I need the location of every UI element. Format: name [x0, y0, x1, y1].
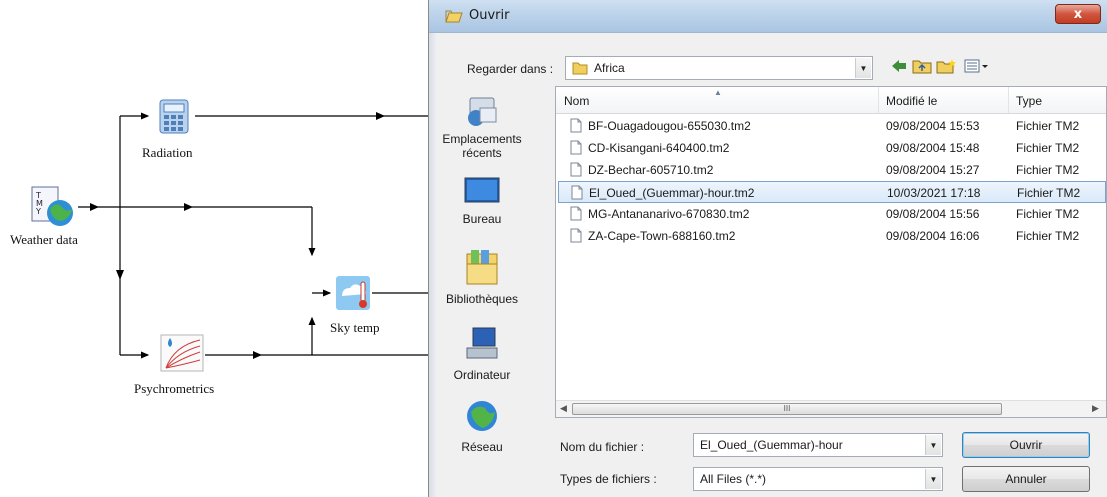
- file-type: Fichier TM2: [1016, 207, 1080, 221]
- chevron-down-icon[interactable]: ▼: [925, 469, 941, 489]
- calculator-icon: [159, 99, 189, 134]
- file-name: MG-Antananarivo-670830.tm2: [588, 207, 750, 221]
- file-type: Fichier TM2: [1016, 141, 1080, 155]
- filetype-label: Types de fichiers :: [560, 472, 657, 486]
- column-modified[interactable]: Modifié le: [878, 87, 1008, 113]
- file-type: Fichier TM2: [1016, 229, 1080, 243]
- file-type: Fichier TM2: [1016, 119, 1080, 133]
- close-button[interactable]: x: [1055, 4, 1101, 24]
- column-name[interactable]: Nom ▲: [556, 87, 878, 113]
- place-network[interactable]: Réseau: [436, 398, 528, 454]
- new-folder-icon[interactable]: [936, 58, 958, 79]
- filename-value: El_Oued_(Guemmar)-hour: [700, 438, 843, 452]
- psychrometrics-icon: [160, 334, 204, 372]
- file-row[interactable]: BF-Ouagadougou-655030.tm2 09/08/2004 15:5…: [558, 115, 1106, 137]
- column-type[interactable]: Type: [1008, 87, 1106, 113]
- place-computer[interactable]: Ordinateur: [436, 324, 528, 382]
- scroll-right-icon[interactable]: ▶: [1092, 403, 1099, 414]
- network-icon: [467, 401, 497, 431]
- column-modified-label: Modifié le: [886, 94, 938, 108]
- file-row[interactable]: ZA-Cape-Town-688160.tm2 09/08/2004 16:06 F…: [558, 225, 1106, 247]
- open-button[interactable]: Ouvrir: [962, 432, 1090, 458]
- place-libraries-label: Bibliothèques: [445, 292, 519, 306]
- place-recent-label-1: Emplacements: [442, 132, 522, 146]
- dialog-titlebar[interactable]: Ouvrir x: [429, 0, 1107, 33]
- filetype-select[interactable]: All Files (*.*) ▼: [693, 467, 943, 491]
- desktop-icon: [464, 177, 500, 203]
- radiation-label: Radiation: [142, 145, 193, 160]
- weather-data-component[interactable]: T M Y: [30, 185, 76, 234]
- file-modified: 10/03/2021 17:18: [887, 186, 981, 200]
- open-dialog-icon: [445, 9, 463, 28]
- sky-temp-label: Sky temp: [330, 320, 380, 335]
- file-type: Fichier TM2: [1017, 186, 1081, 200]
- sky-temp-icon: [336, 276, 370, 310]
- folder-icon: [572, 62, 588, 75]
- svg-text:Y: Y: [35, 207, 41, 216]
- diagram-links: [78, 112, 430, 359]
- filetype-value: All Files (*.*): [700, 472, 767, 486]
- file-list-header: Nom ▲ Modifié le Type: [556, 87, 1106, 114]
- look-in-value: Africa: [594, 61, 625, 75]
- filename-input[interactable]: El_Oued_(Guemmar)-hour ▼: [693, 433, 943, 457]
- file-modified: 09/08/2004 16:06: [886, 229, 980, 243]
- radiation-component[interactable]: [156, 98, 192, 139]
- file-icon: [570, 118, 582, 136]
- back-arrow-icon[interactable]: [890, 58, 908, 79]
- place-libraries[interactable]: Bibliothèques: [436, 248, 528, 306]
- file-icon: [570, 162, 582, 180]
- file-name: BF-Ouagadougou-655030.tm2: [588, 119, 751, 133]
- scroll-left-icon[interactable]: ◀: [560, 403, 567, 414]
- look-in-combobox[interactable]: Africa ▼: [565, 56, 873, 80]
- column-type-label: Type: [1016, 94, 1043, 108]
- file-modified: 09/08/2004 15:56: [886, 207, 980, 221]
- place-network-label: Réseau: [461, 440, 503, 454]
- place-desktop[interactable]: Bureau: [436, 174, 528, 226]
- psychrometrics-label: Psychrometrics: [134, 381, 215, 396]
- file-list[interactable]: Nom ▲ Modifié le Type BF-Ouagadougou-655…: [555, 86, 1107, 418]
- sky-temp-component[interactable]: [334, 274, 374, 317]
- file-modified: 09/08/2004 15:48: [886, 141, 980, 155]
- place-recent-label-2: récents: [462, 146, 502, 160]
- chevron-down-icon[interactable]: ▼: [925, 435, 941, 455]
- weather-data-icon: T M Y: [31, 186, 73, 226]
- filename-label: Nom du fichier :: [560, 440, 645, 454]
- view-menu-icon[interactable]: [964, 58, 990, 79]
- places-bar: Emplacements récents Bureau Bibliothèque…: [436, 86, 528, 486]
- cancel-button[interactable]: Annuler: [962, 466, 1090, 492]
- file-name: El_Oued_(Guemmar)-hour.tm2: [589, 186, 755, 200]
- file-name: ZA-Cape-Town-688160.tm2: [588, 229, 736, 243]
- dialog-title: Ouvrir: [469, 8, 510, 23]
- file-name: DZ-Bechar-605710.tm2: [588, 163, 714, 177]
- file-modified: 09/08/2004 15:53: [886, 119, 980, 133]
- file-icon: [570, 140, 582, 158]
- weather-data-label: Weather data: [10, 232, 78, 247]
- psychrometrics-component[interactable]: [160, 334, 204, 377]
- file-modified: 09/08/2004 15:27: [886, 163, 980, 177]
- file-row[interactable]: DZ-Bechar-605710.tm2 09/08/2004 15:27 Fich…: [558, 159, 1106, 181]
- place-recent[interactable]: Emplacements récents: [436, 94, 528, 160]
- file-icon: [571, 185, 583, 203]
- column-name-label: Nom: [564, 94, 590, 108]
- simulation-diagram: T M Y Weather data Radiation Sky temp Ps…: [0, 0, 430, 497]
- file-name: CD-Kisangani-640400.tm2: [588, 141, 730, 155]
- sort-up-icon: ▲: [714, 88, 722, 97]
- look-in-label: Regarder dans :: [467, 62, 554, 76]
- libraries-icon: [466, 250, 498, 285]
- scroll-thumb[interactable]: III: [572, 403, 1002, 415]
- file-icon: [570, 228, 582, 246]
- computer-icon: [466, 327, 498, 359]
- place-desktop-label: Bureau: [462, 212, 502, 226]
- file-row[interactable]: CD-Kisangani-640400.tm2 09/08/2004 15:48 F…: [558, 137, 1106, 159]
- file-icon: [570, 206, 582, 224]
- chevron-down-icon[interactable]: ▼: [855, 58, 871, 78]
- up-folder-icon[interactable]: [912, 58, 932, 79]
- file-type: Fichier TM2: [1016, 163, 1080, 177]
- horizontal-scrollbar[interactable]: ◀ III ▶: [556, 400, 1106, 417]
- place-computer-label: Ordinateur: [453, 368, 511, 382]
- file-row[interactable]: El_Oued_(Guemmar)-hour.tm2 10/03/2021 17:…: [558, 181, 1106, 203]
- file-row[interactable]: MG-Antananarivo-670830.tm2 09/08/2004 15:…: [558, 203, 1106, 225]
- recent-places-icon: [468, 97, 497, 126]
